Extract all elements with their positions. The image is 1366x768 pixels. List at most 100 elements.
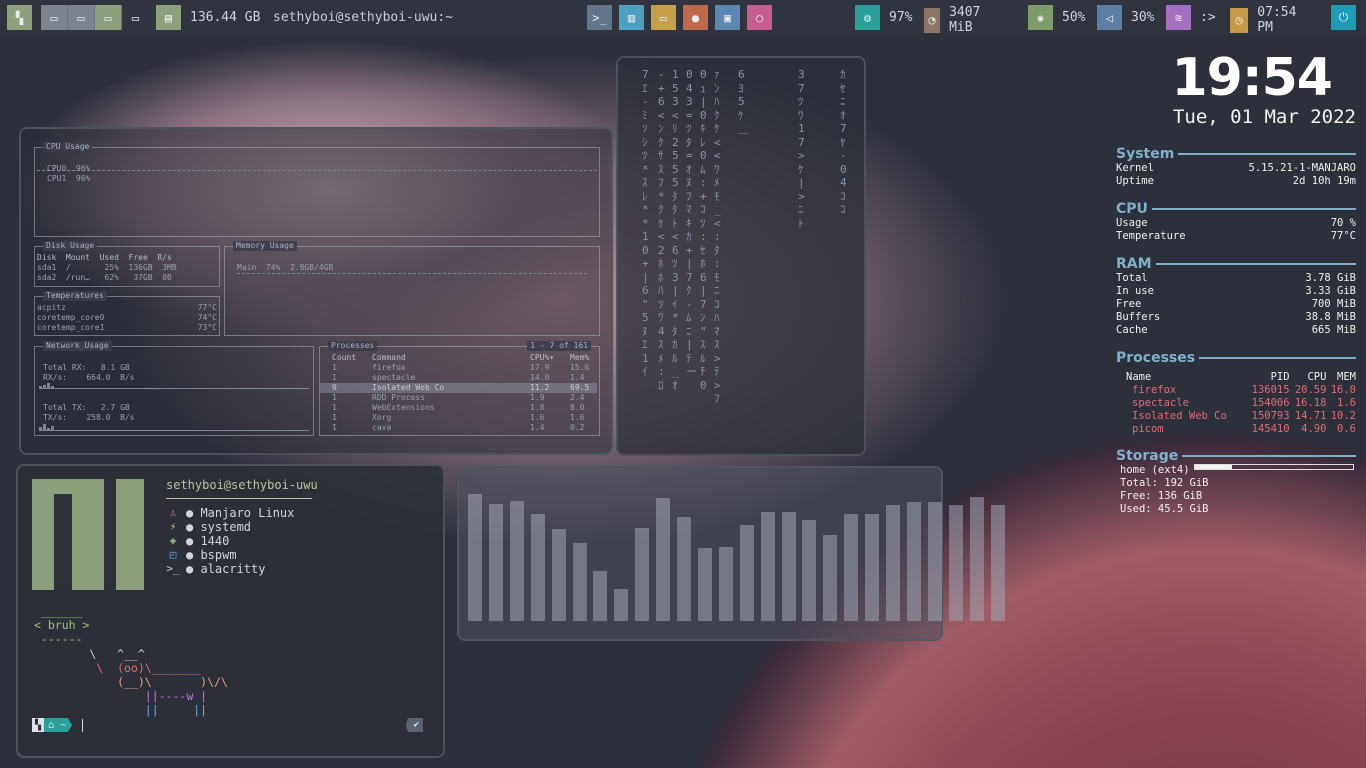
visualizer-bar	[886, 505, 900, 621]
firefox-launcher[interactable]: ●	[683, 5, 708, 30]
memory-module-value: 3407 MiB	[949, 5, 981, 35]
app-launchers: >_ ▥ ▭ ● ▣ ○	[587, 5, 772, 30]
power-icon: ⏻	[1331, 5, 1356, 30]
workspace-3-icon[interactable]: ▭	[95, 5, 122, 30]
package-icon: ◈	[169, 534, 177, 547]
power-launcher[interactable]: ○	[747, 5, 772, 30]
visualizer-bar	[468, 494, 482, 621]
audio-visualizer-window[interactable]	[457, 466, 1005, 641]
memory-module[interactable]: ◔ 3407 MiB	[924, 5, 998, 35]
wifi-icon: ≋	[1166, 5, 1191, 30]
terminal-window[interactable]: sethyboi@sethyboi-uwu ♙ ● Manjaro Linux ⚡ ●…	[16, 464, 445, 758]
memory-main: Main 74% 2.8GB/4GB	[237, 263, 334, 272]
save-launcher[interactable]: ▣	[715, 5, 740, 30]
ram-label: In use	[1116, 285, 1154, 297]
workspace-1-icon[interactable]: ▭	[41, 5, 68, 30]
process-cell: 1.4	[570, 373, 585, 382]
visualizer-bar	[635, 528, 650, 621]
workspace-4-icon[interactable]: ▭	[122, 5, 149, 30]
kernel-label: Kernel	[1116, 162, 1154, 174]
matrix-rain-window[interactable]: 7 ｴ - ﾐｿｼﾂ * ｽﾚ * * 1 0 + | 6 " 5 ﾇｴ 1 ｲ - +6 < ﾝｸｻｽﾌ * ｸｹ <2 ﾎ…	[616, 56, 866, 456]
workspace-2-icon[interactable]: ▭	[68, 5, 95, 30]
process-header: Count Command CPU%▾ Mem%	[320, 353, 597, 363]
neofetch-row: >_ ● alacritty	[166, 562, 294, 576]
text-cursor	[82, 718, 84, 732]
matrix-column: ｶｾﾆｵ7ﾔ-04ｺｺ	[840, 68, 847, 216]
ram-label: Buffers	[1116, 311, 1161, 323]
process-row[interactable]: 1 cava 1.4 0.2	[320, 423, 597, 433]
process-cell: 9	[332, 383, 337, 392]
clock-module[interactable]: ◷ 07:54 PM	[1230, 5, 1312, 35]
manjaro-icon[interactable]: ▚	[7, 5, 32, 30]
process-column-header[interactable]: Count	[332, 353, 356, 363]
speaker-icon: ◁	[1097, 5, 1122, 30]
disk-usage-title: Disk Usage	[43, 241, 98, 251]
process-cell: 1.8	[530, 403, 545, 412]
monitor-launcher[interactable]: ▥	[619, 5, 644, 30]
power-module[interactable]: ⏻	[1331, 5, 1356, 30]
visualizer-bar	[677, 517, 691, 621]
ram-value: 38.8 MiB	[1305, 311, 1356, 323]
matrix-column: 0 ｭ | 0 ｷﾚ 0 ﾑ: + ｺ ﾂ : ｾﾎ 6 | 7 ﾝ " ｽﾙﾁ 0	[700, 68, 707, 392]
neofetch-info: ♙ ● Manjaro Linux ⚡ ● systemd ◈ ● 1440 ◰ ● bspw…	[166, 506, 294, 576]
temperature-value: 73°C	[197, 323, 217, 332]
shell-prompt[interactable]: ▚ ⌂ ~	[32, 718, 84, 732]
storage-bar	[1193, 464, 1354, 470]
temperature-row: acpitz 77°C	[37, 303, 217, 313]
wifi-module[interactable]: ≋:>	[1166, 5, 1225, 30]
process-cell: 1	[332, 423, 337, 432]
cow-line: ||----w |	[34, 689, 208, 704]
launcher-menu[interactable]: ▚	[7, 5, 32, 30]
neofetch-divider	[166, 498, 312, 499]
cpu-section: CPU Usage 70 % Temperature 77°C	[1116, 201, 1356, 243]
storage-free: Free: 136 GiB	[1120, 490, 1203, 502]
process-row[interactable]: 1 spectacle 14.0 1.4	[320, 373, 597, 383]
brightness-module[interactable]: ✺ 50%	[1028, 5, 1094, 30]
memory-usage-box: Memory Usage Main 74% 2.8GB/4GB	[224, 241, 600, 336]
process-column-header[interactable]: Command	[372, 353, 406, 363]
storage-section: Storage home (ext4) Total: 192 GiB Free:…	[1116, 448, 1356, 516]
process-row[interactable]: 1 firefox 17.9 15.6	[320, 363, 597, 373]
process-cell: 15.6	[570, 363, 590, 372]
volume-module[interactable]: ◁ 30%	[1097, 5, 1163, 30]
firefox-icon: ●	[691, 10, 700, 25]
neofetch-row: ⚡ ● systemd	[166, 520, 294, 534]
process-row[interactable]: 9 Isolated Web Co 11.2 69.5	[320, 383, 597, 393]
process-row[interactable]: 1 RDD Process 1.9 2.4	[320, 393, 597, 403]
temperature-value: 77°C	[197, 303, 217, 312]
neofetch-row: ◈ ● 1440	[166, 534, 294, 548]
process-cell: 69.5	[570, 383, 590, 392]
processes-section: Processes Name PID CPU MEM firefox 136015 20.5…	[1116, 350, 1356, 436]
process-row[interactable]: 1 Xorg 1.6 1.6	[320, 413, 597, 423]
process-cell: 0.2	[570, 423, 585, 432]
process-column-header[interactable]: CPU%▾	[530, 353, 554, 363]
visualizer-bar	[509, 501, 524, 621]
top-bar: ▚ ▭ ▭ ▭ ▭ ▤ 136.44 GB sethyboi@sethyboi-…	[0, 0, 1366, 35]
process-column-header[interactable]: Mem%	[570, 353, 589, 363]
brightness-icon: ✺	[1028, 5, 1053, 30]
process-row[interactable]: 1 WebExtensions 1.8 8.0	[320, 403, 597, 413]
rx-graph	[39, 377, 309, 389]
visualizer-bar	[927, 502, 942, 621]
visualizer-bar	[656, 498, 671, 621]
terminal-launcher[interactable]: >_	[587, 5, 612, 30]
cpu-module[interactable]: ⚙ 97%	[855, 5, 921, 30]
cpu-icon: ⚙	[855, 5, 880, 30]
process-cell: RDD Process	[372, 393, 425, 402]
processes-title: Processes	[1116, 350, 1196, 366]
disk-module[interactable]: ▤ 136.44 GB	[156, 5, 269, 30]
neofetch-user-host: sethyboi@sethyboi-uwu	[166, 478, 318, 492]
storage-name: home (ext4)	[1120, 464, 1190, 476]
files-launcher[interactable]: ▭	[651, 5, 676, 30]
neofetch-value: ● alacritty	[186, 562, 266, 576]
system-section: System Kernel 5.15.21-1-MANJARO Uptime 2d …	[1116, 146, 1356, 188]
disk-value: 136.44 GB	[190, 10, 261, 25]
visualizer-bar	[948, 505, 963, 621]
ram-label: Total	[1116, 272, 1148, 284]
process-cell: 1	[332, 393, 337, 402]
bpytop-window[interactable]: CPU Usage CPU0 96% CPU1 96% Disk Usage D…	[19, 127, 613, 455]
temperature-sensor: coretemp_core0	[37, 313, 105, 322]
temperatures-box: Temperatures acpitz 77°C coretemp_core0 74°…	[34, 291, 220, 336]
conky-clock: 19:54	[1171, 48, 1333, 108]
process-table-cell: 10.2	[1330, 410, 1356, 422]
